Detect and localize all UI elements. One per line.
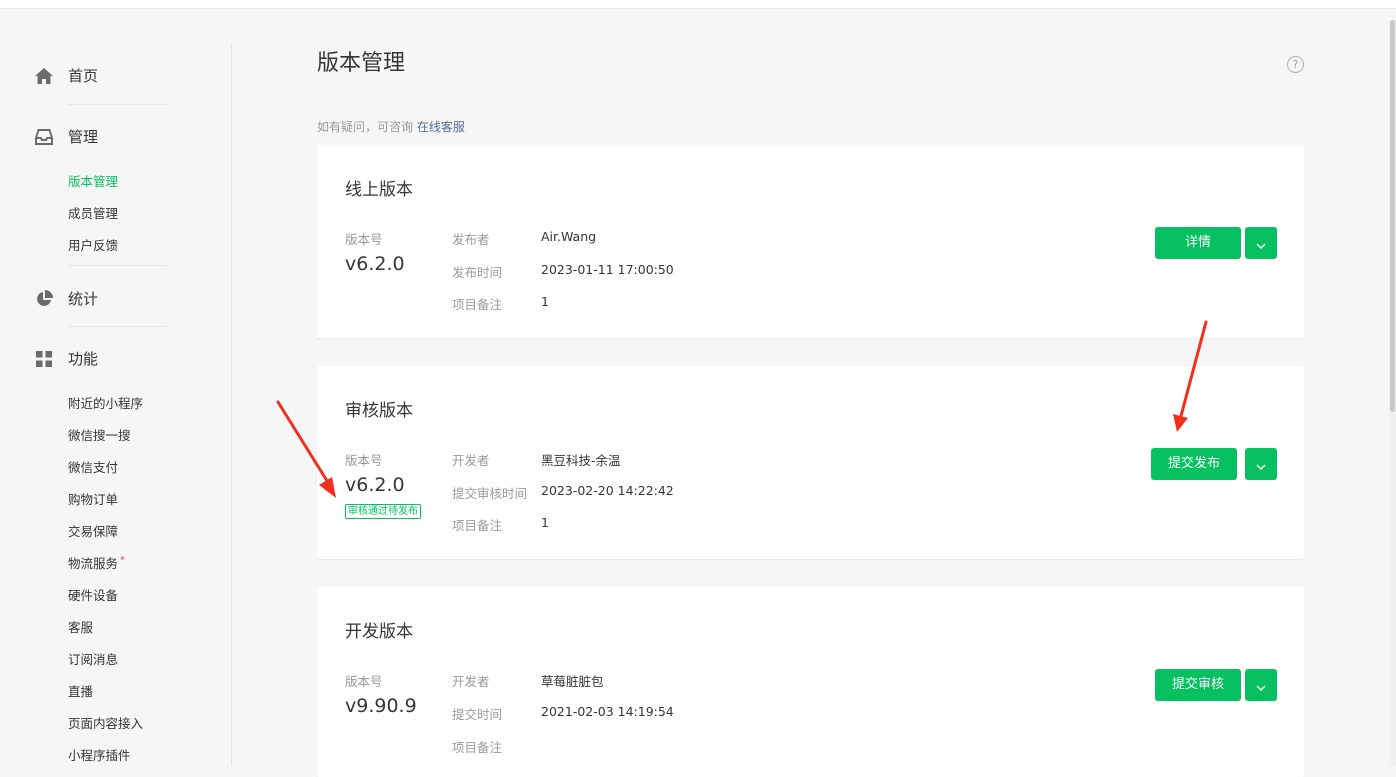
field-value: Air.Wang <box>541 229 597 244</box>
scrollbar[interactable] <box>1389 20 1396 766</box>
sidebar: 首页 管理 版本管理 成员管理 用户反馈 统计 功能 附近的小程序 微信搜一搜 … <box>0 44 232 766</box>
version-number: v6.2.0 <box>345 474 405 496</box>
sidebar-item-user-feedback[interactable]: 用户反馈 <box>68 235 118 254</box>
sidebar-item-page-content[interactable]: 页面内容接入 <box>68 713 143 732</box>
field-label: 开发者 <box>452 453 490 468</box>
sidebar-item-wechat-pay[interactable]: 微信支付 <box>68 457 118 476</box>
help-tip: 如有疑问，可咨询 在线客服 <box>317 118 465 135</box>
sidebar-item-label: 管理 <box>68 128 99 146</box>
sidebar-item-shopping-orders[interactable]: 购物订单 <box>68 489 118 508</box>
online-service-link[interactable]: 在线客服 <box>417 120 465 134</box>
card-title: 审核版本 <box>345 401 413 421</box>
version-label: 版本号 <box>345 453 383 468</box>
dev-version-card: 开发版本 版本号 v9.90.9 开发者 草莓脏脏包 提交时间 2021-02-… <box>317 587 1304 777</box>
version-number: v6.2.0 <box>345 253 405 275</box>
sidebar-item-wechat-search[interactable]: 微信搜一搜 <box>68 425 131 444</box>
sidebar-item-version-manage[interactable]: 版本管理 <box>68 171 118 190</box>
more-options-button[interactable] <box>1245 227 1277 259</box>
field-label: 提交时间 <box>452 707 503 722</box>
field-label: 项目备注 <box>452 297 503 312</box>
field-value: 黑豆科技-余温 <box>541 453 621 468</box>
submit-review-button[interactable]: 提交审核 <box>1155 669 1241 701</box>
divider <box>68 104 167 105</box>
field-label: 开发者 <box>452 674 490 689</box>
field-value: 草莓脏脏包 <box>541 674 604 689</box>
sidebar-item-plugins[interactable]: 小程序插件 <box>68 745 131 764</box>
more-options-button[interactable] <box>1245 448 1277 480</box>
card-title: 线上版本 <box>345 180 413 200</box>
top-bar <box>0 0 1396 9</box>
help-icon[interactable]: ? <box>1287 56 1304 73</box>
field-label: 项目备注 <box>452 740 503 755</box>
pie-chart-icon <box>34 289 54 309</box>
version-label: 版本号 <box>345 674 383 689</box>
sidebar-item-label: 统计 <box>68 290 99 308</box>
details-button[interactable]: 详情 <box>1155 227 1241 259</box>
field-value: 1 <box>541 294 549 309</box>
sidebar-item-label: 首页 <box>68 67 99 85</box>
sidebar-item-hardware[interactable]: 硬件设备 <box>68 585 118 604</box>
version-label: 版本号 <box>345 232 383 247</box>
sidebar-item-label: 物流服务 <box>68 556 119 571</box>
sidebar-item-manage[interactable]: 管理 <box>34 126 98 147</box>
review-version-card: 审核版本 版本号 v6.2.0 审核通过待发布 开发者 黑豆科技-余温 提交审核… <box>317 366 1304 559</box>
field-label: 发布时间 <box>452 265 503 280</box>
chevron-down-icon <box>1256 455 1266 474</box>
sidebar-item-subscribe-messages[interactable]: 订阅消息 <box>68 649 118 668</box>
field-value: 2021-02-03 14:19:54 <box>541 704 674 719</box>
grid-icon <box>34 349 54 369</box>
field-label: 发布者 <box>452 232 490 247</box>
divider <box>68 265 167 266</box>
sidebar-item-live[interactable]: 直播 <box>68 681 93 700</box>
scroll-thumb[interactable] <box>1390 20 1395 412</box>
online-version-card: 线上版本 版本号 v6.2.0 发布者 Air.Wang 发布时间 2023-0… <box>317 145 1304 338</box>
sidebar-item-logistics[interactable]: 物流服务 * <box>68 553 125 572</box>
version-number: v9.90.9 <box>345 695 417 717</box>
sidebar-item-trade-guarantee[interactable]: 交易保障 <box>68 521 118 540</box>
sidebar-item-features[interactable]: 功能 <box>34 348 98 369</box>
chevron-down-icon <box>1256 676 1266 695</box>
field-value: 2023-01-11 17:00:50 <box>541 262 674 277</box>
page-title: 版本管理 <box>317 51 406 76</box>
home-icon <box>34 66 54 86</box>
chevron-down-icon <box>1256 234 1266 253</box>
new-dot: * <box>120 555 126 566</box>
sidebar-item-stats[interactable]: 统计 <box>34 288 98 309</box>
submit-release-button[interactable]: 提交发布 <box>1151 448 1237 480</box>
field-label: 提交审核时间 <box>452 486 528 501</box>
card-title: 开发版本 <box>345 622 413 642</box>
field-value: 2023-02-20 14:22:42 <box>541 483 674 498</box>
inbox-icon <box>34 127 54 147</box>
status-badge: 审核通过待发布 <box>345 504 421 519</box>
sidebar-item-nearby-miniprogram[interactable]: 附近的小程序 <box>68 393 143 412</box>
sidebar-item-label: 功能 <box>68 350 99 368</box>
tip-text: 如有疑问，可咨询 <box>317 120 417 134</box>
sidebar-item-member-manage[interactable]: 成员管理 <box>68 203 118 222</box>
field-value: 1 <box>541 515 549 530</box>
sidebar-item-home[interactable]: 首页 <box>34 65 98 86</box>
divider <box>68 326 167 327</box>
field-label: 项目备注 <box>452 518 503 533</box>
sidebar-item-customer-service[interactable]: 客服 <box>68 617 93 636</box>
more-options-button[interactable] <box>1245 669 1277 701</box>
